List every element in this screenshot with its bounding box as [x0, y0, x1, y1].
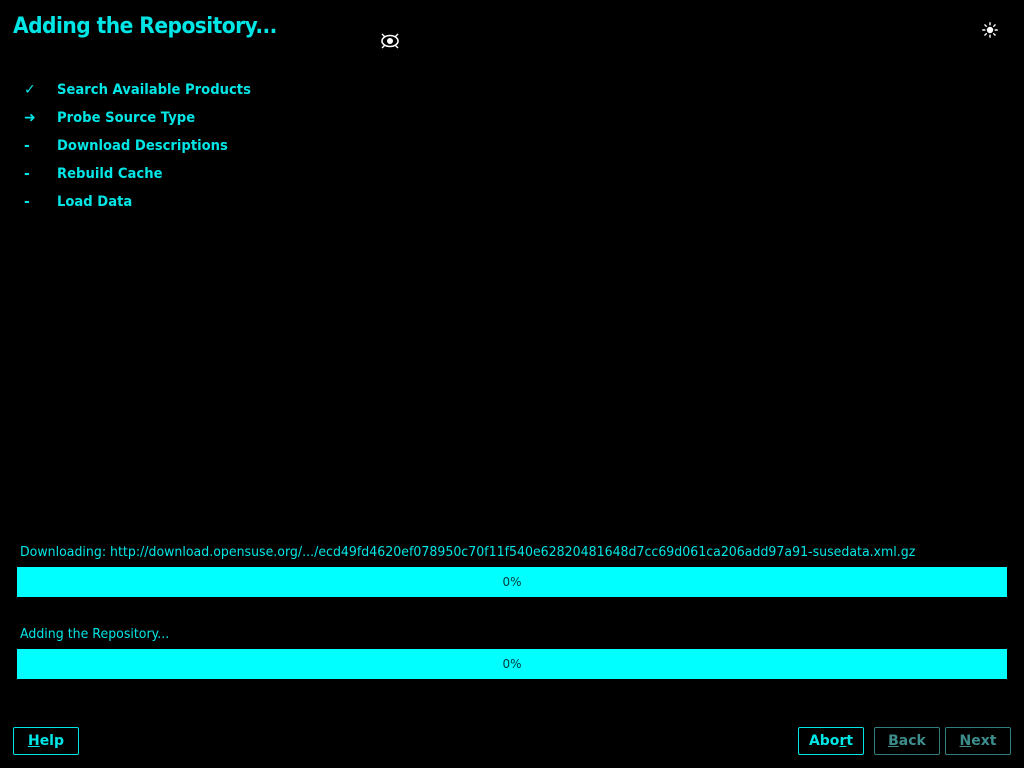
installer-window: Adding the Repository... ✓ Search Availa… — [0, 0, 1024, 768]
step-label: Rebuild Cache — [57, 166, 163, 182]
step-rebuild-cache: - Rebuild Cache — [24, 160, 263, 188]
download-progress-percent: 0% — [502, 575, 522, 589]
step-label: Download Descriptions — [57, 138, 228, 154]
step-search-available-products: ✓ Search Available Products — [24, 76, 263, 104]
step-probe-source-type: ➜ Probe Source Type — [24, 104, 263, 132]
back-button[interactable]: Back — [874, 727, 940, 755]
abort-button[interactable]: Abo r t — [798, 727, 864, 755]
step-label: Probe Source Type — [57, 110, 196, 126]
hotkey-letter: N — [959, 733, 972, 749]
sun-icon[interactable] — [982, 22, 998, 38]
overall-progress-label: Adding the Repository... — [20, 626, 170, 642]
hotkey-letter: H — [27, 733, 40, 749]
overall-progress-bar: 0% — [17, 649, 1007, 679]
dash-icon: - — [24, 194, 30, 210]
next-button[interactable]: Next — [945, 727, 1011, 755]
step-label: Search Available Products — [57, 82, 251, 98]
dash-icon: - — [24, 138, 30, 154]
dash-icon: - — [24, 166, 30, 182]
progress-steps-list: ✓ Search Available Products ➜ Probe Sour… — [24, 76, 263, 216]
eye-icon — [381, 33, 399, 49]
page-title: Adding the Repository... — [13, 14, 277, 39]
download-progress-bar: 0% — [17, 567, 1007, 597]
download-progress-label: Downloading: http://download.opensuse.or… — [20, 544, 916, 560]
step-load-data: - Load Data — [24, 188, 263, 216]
step-label: Load Data — [57, 194, 133, 210]
help-button[interactable]: Help — [13, 727, 79, 755]
hotkey-letter: B — [888, 733, 899, 749]
hotkey-letter: r — [839, 733, 847, 749]
arrow-right-icon: ➜ — [24, 110, 36, 126]
step-download-descriptions: - Download Descriptions — [24, 132, 263, 160]
overall-progress-percent: 0% — [502, 657, 522, 671]
checkmark-icon: ✓ — [24, 82, 36, 98]
